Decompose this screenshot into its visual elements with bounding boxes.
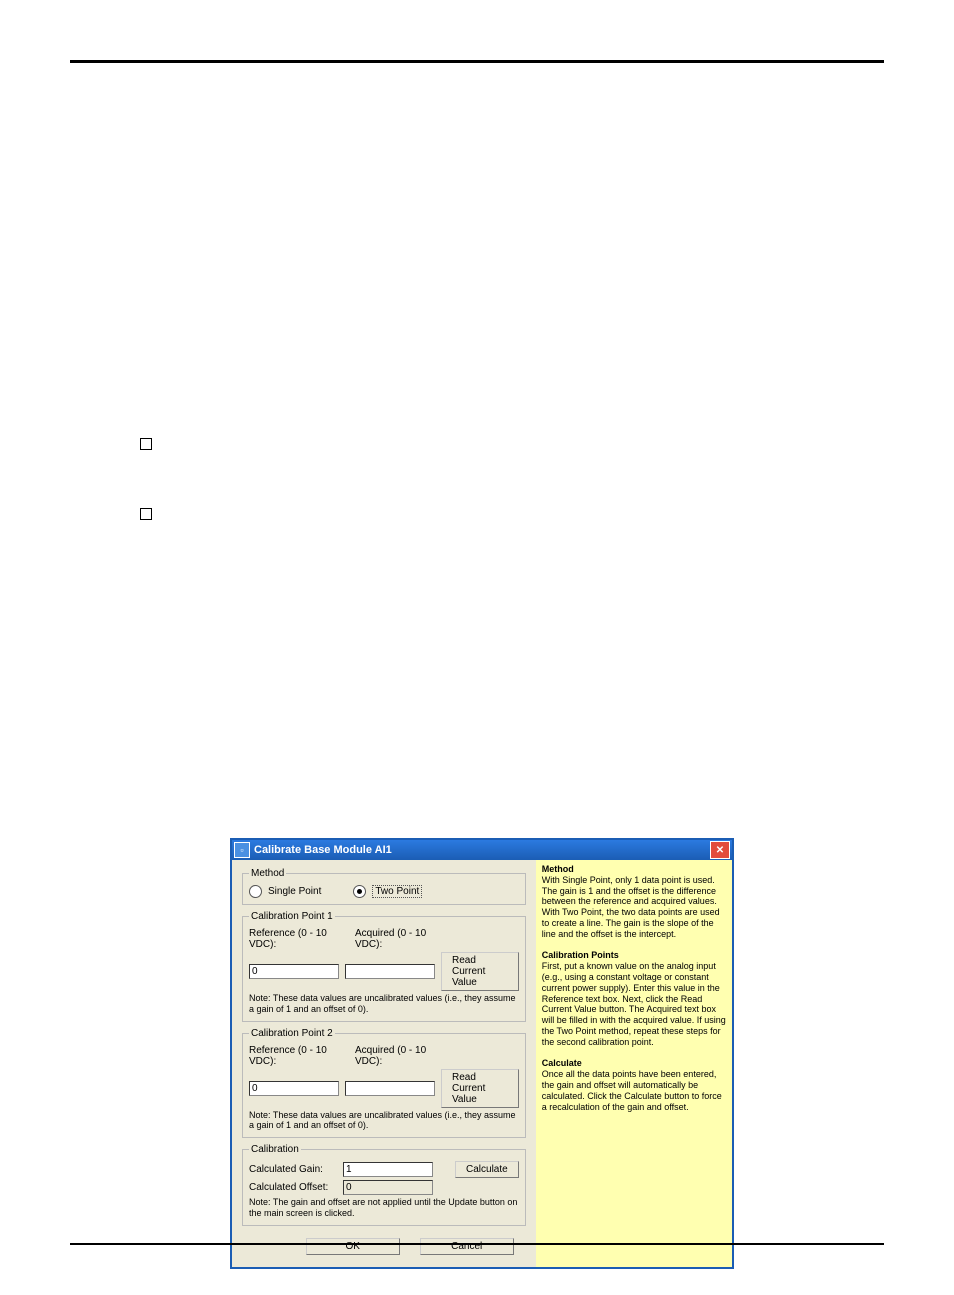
cancel-button[interactable]: Cancel [420,1238,514,1255]
cp2-acq-label: Acquired (0 - 10 VDC): [355,1045,455,1067]
cp1-read-current-value-button[interactable]: Read Current Value [441,952,519,991]
calibration-group: Calibration Calculated Gain: Calculate C… [242,1144,526,1226]
method-group: Method Single Point Two Point [242,868,526,905]
calculated-offset-input [343,1180,433,1195]
help-text-method: With Single Point, only 1 data point is … [542,875,720,939]
calibration-point-1: Calibration Point 1 Reference (0 - 10 VD… [242,911,526,1022]
help-text-calibration-points: First, put a known value on the analog i… [542,961,726,1047]
divider-top [70,60,884,63]
cp1-ref-label: Reference (0 - 10 VDC): [249,928,349,950]
cp1-note: Note: These data values are uncalibrated… [249,993,519,1015]
checkbox-bullet [140,508,152,520]
calculate-button[interactable]: Calculate [455,1161,519,1178]
cp1-legend: Calibration Point 1 [249,911,335,922]
window-title: Calibrate Base Module AI1 [254,844,392,856]
calibrate-dialog: ▫ Calibrate Base Module AI1 ✕ Method Sin… [230,838,734,1269]
checkbox-bullet [140,438,152,450]
app-icon: ▫ [234,842,250,858]
ok-button[interactable]: OK [306,1238,400,1255]
calibration-point-2: Calibration Point 2 Reference (0 - 10 VD… [242,1028,526,1139]
cp1-acq-label: Acquired (0 - 10 VDC): [355,928,455,950]
help-heading-method: Method [542,864,574,874]
titlebar[interactable]: ▫ Calibrate Base Module AI1 ✕ [232,840,732,860]
radio-two-point-label: Two Point [372,885,422,898]
radio-single-point[interactable] [249,885,262,898]
cp1-reference-input[interactable] [249,964,339,979]
cp2-reference-input[interactable] [249,1081,339,1096]
cp2-legend: Calibration Point 2 [249,1028,335,1039]
cp2-note: Note: These data values are uncalibrated… [249,1110,519,1132]
radio-two-point[interactable] [353,885,366,898]
calculated-gain-label: Calculated Gain: [249,1164,337,1175]
cp2-read-current-value-button[interactable]: Read Current Value [441,1069,519,1108]
radio-single-point-label: Single Point [268,886,321,897]
calibration-note: Note: The gain and offset are not applie… [249,1197,519,1219]
help-panel: Method With Single Point, only 1 data po… [536,860,732,1267]
help-text-calculate: Once all the data points have been enter… [542,1069,722,1111]
calibration-legend: Calibration [249,1144,301,1155]
help-heading-calculate: Calculate [542,1058,582,1068]
cp2-acquired-input[interactable] [345,1081,435,1096]
help-heading-calibration-points: Calibration Points [542,950,619,960]
method-legend: Method [249,868,286,879]
calculated-offset-label: Calculated Offset: [249,1182,337,1193]
close-icon[interactable]: ✕ [710,841,730,859]
divider-bottom [70,1243,884,1245]
cp2-ref-label: Reference (0 - 10 VDC): [249,1045,349,1067]
cp1-acquired-input[interactable] [345,964,435,979]
calculated-gain-input[interactable] [343,1162,433,1177]
